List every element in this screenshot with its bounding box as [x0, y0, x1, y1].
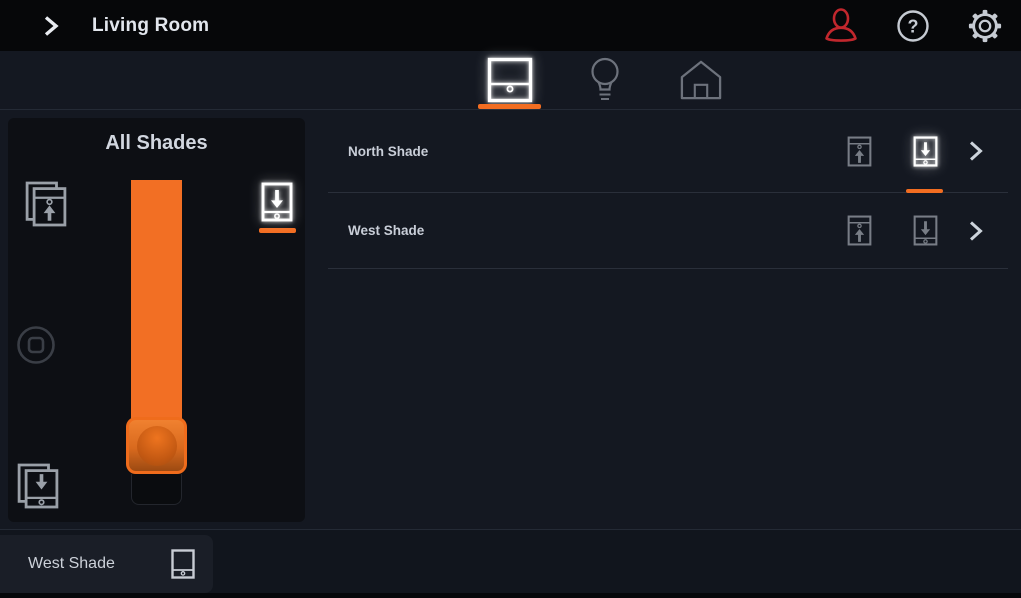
slider-fill-track[interactable] — [131, 180, 182, 425]
lower-shade-control-active[interactable] — [906, 110, 944, 193]
profile-icon[interactable] — [823, 7, 859, 44]
panel-title: All Shades — [105, 132, 208, 154]
settings-gear-icon[interactable] — [967, 8, 1003, 44]
shade-list: North Shade West Shade — [328, 110, 1008, 269]
bottom-selected-shade-tab[interactable]: West Shade — [0, 535, 213, 593]
main-content: All Shades North Shade West Shade — [0, 110, 1021, 529]
home-icon — [679, 59, 723, 101]
chevron-right-icon[interactable] — [966, 140, 986, 162]
bottom-bar: West Shade — [0, 529, 1021, 593]
bulb-icon — [585, 56, 625, 104]
lower-shade-icon — [913, 215, 938, 246]
device-tab-bar — [0, 51, 1021, 110]
top-bar-actions: ? — [823, 7, 1021, 44]
shade-row-west[interactable]: West Shade — [328, 193, 1008, 269]
shade-icon — [487, 57, 533, 103]
active-tab-underline — [478, 104, 541, 109]
lower-shade-control[interactable] — [906, 193, 944, 268]
slider-empty-track[interactable] — [131, 474, 182, 505]
shade-icon — [171, 549, 195, 579]
raise-shade-icon[interactable] — [846, 215, 872, 246]
raise-all-shades-button[interactable] — [25, 180, 67, 228]
lower-shade-icon — [913, 135, 938, 167]
page-title: Living Room — [92, 14, 210, 36]
slider-knob — [136, 425, 177, 466]
chevron-right-icon[interactable] — [966, 220, 986, 242]
shade-row-label: West Shade — [348, 223, 425, 238]
lower-shade-icon — [259, 182, 295, 222]
lower-shade-active-control[interactable] — [257, 182, 297, 233]
slider-handle[interactable] — [126, 417, 187, 474]
tab-home[interactable] — [679, 51, 723, 109]
bottom-shade-label: West Shade — [28, 555, 115, 572]
tab-lights[interactable] — [585, 51, 625, 109]
tab-shades[interactable] — [478, 51, 541, 109]
forward-chevron-icon[interactable] — [40, 14, 62, 38]
bottom-edge-strip — [0, 593, 1021, 598]
top-bar: Living Room ? — [0, 0, 1021, 51]
stop-button[interactable] — [16, 325, 56, 365]
help-icon[interactable]: ? — [895, 8, 931, 44]
lower-all-shades-button[interactable] — [17, 462, 59, 510]
raise-shade-icon[interactable] — [846, 136, 872, 167]
all-shades-panel: All Shades — [8, 118, 305, 522]
shade-row-label: North Shade — [348, 143, 429, 159]
active-action-underline — [258, 228, 296, 233]
shade-row-north[interactable]: North Shade — [328, 110, 1008, 193]
svg-text:?: ? — [908, 16, 919, 36]
